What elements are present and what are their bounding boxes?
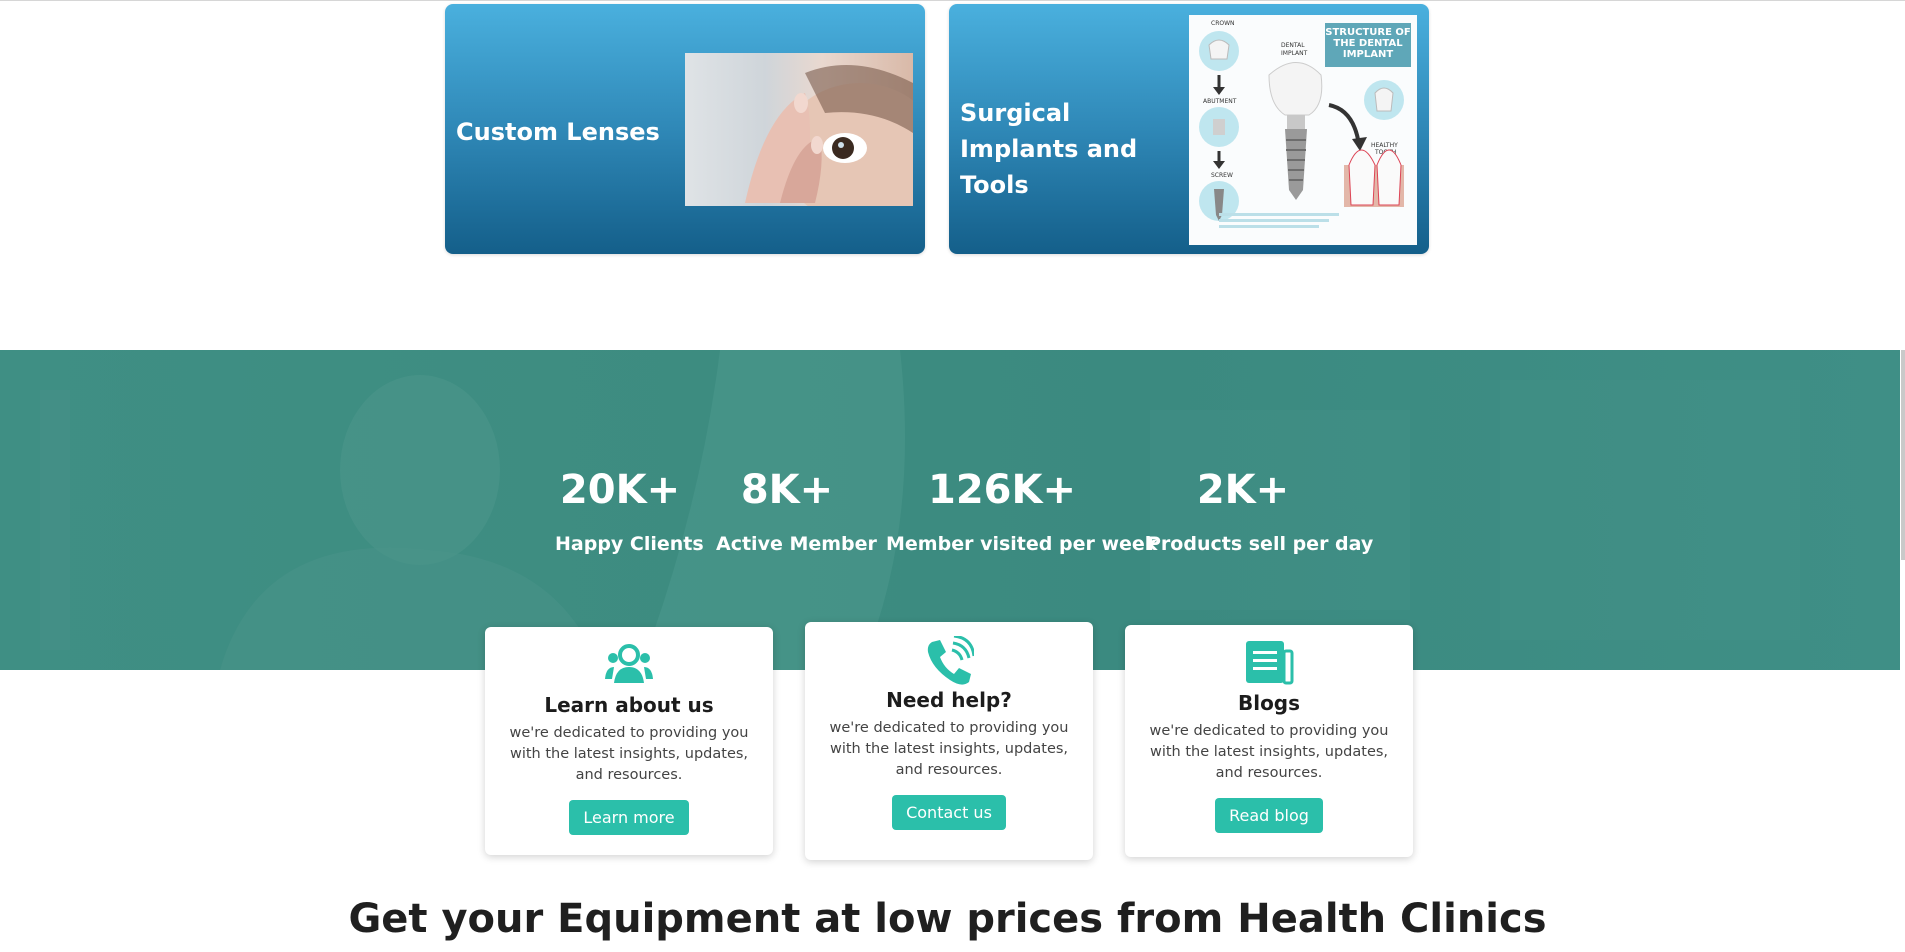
info-card-title: Learn about us (544, 693, 714, 717)
info-card-title: Need help? (886, 688, 1012, 712)
learn-more-button[interactable]: Learn more (569, 800, 689, 835)
section-heading: Get your Equipment at low prices from He… (348, 896, 1547, 942)
stat-label: Happy Clients (555, 533, 704, 555)
category-title: Surgical Implants and Tools (960, 99, 1138, 199)
info-card-description: we're dedicated to providing you with th… (1149, 723, 1389, 781)
svg-text:SCREW: SCREW (1211, 172, 1233, 179)
phone-icon (924, 634, 976, 685)
info-card-description: we're dedicated to providing you with th… (509, 725, 749, 783)
category-card-custom-lenses[interactable]: Custom Lenses (445, 4, 925, 254)
stat-value: 2K+ (1196, 467, 1290, 513)
info-card-title: Blogs (1237, 691, 1301, 715)
svg-text:IMPLANT: IMPLANT (1281, 50, 1308, 57)
read-blog-button[interactable]: Read blog (1215, 798, 1323, 833)
info-card-need-help: Need help? we're dedicated to providing … (805, 622, 1093, 860)
stat-value: 8K+ (740, 467, 834, 513)
svg-text:ABUTMENT: ABUTMENT (1203, 98, 1237, 105)
contact-us-button[interactable]: Contact us (892, 795, 1006, 830)
svg-text:HEALTHY: HEALTHY (1371, 142, 1398, 149)
category-card-surgical-implants[interactable]: Surgical Implants and Tools STRUCTURE OF… (949, 4, 1429, 254)
stat-products-sold: 2K+ Products sell per day (1147, 465, 1374, 557)
info-card-learn-about-us: Learn about us we're dedicated to provid… (485, 627, 773, 855)
stat-happy-clients: 20K+ Happy Clients (555, 465, 704, 557)
stat-value: 20K+ (559, 467, 681, 513)
stat-value: 126K+ (927, 467, 1076, 513)
svg-text:CROWN: CROWN (1211, 20, 1235, 27)
stat-member-visited: 126K+ Member visited per week (886, 465, 1158, 557)
stat-label: Active Member (716, 533, 877, 555)
category-title: Custom Lenses (456, 118, 660, 146)
newspaper-icon (1244, 639, 1294, 685)
info-card-blogs: Blogs we're dedicated to providing you w… (1125, 625, 1413, 857)
scrollbar[interactable] (1901, 350, 1905, 560)
stat-label: Products sell per day (1147, 533, 1374, 555)
dental-implant-poster-image: STRUCTURE OF THE DENTAL IMPLANT CROWN AB… (1189, 15, 1417, 245)
stat-active-member: 8K+ Active Member (716, 465, 877, 557)
users-icon (604, 641, 654, 687)
info-card-description: we're dedicated to providing you with th… (829, 720, 1069, 778)
top-divider (0, 0, 1905, 1)
contact-lens-image (685, 53, 913, 206)
stat-label: Member visited per week (886, 533, 1158, 555)
svg-text:DENTAL: DENTAL (1281, 42, 1305, 49)
